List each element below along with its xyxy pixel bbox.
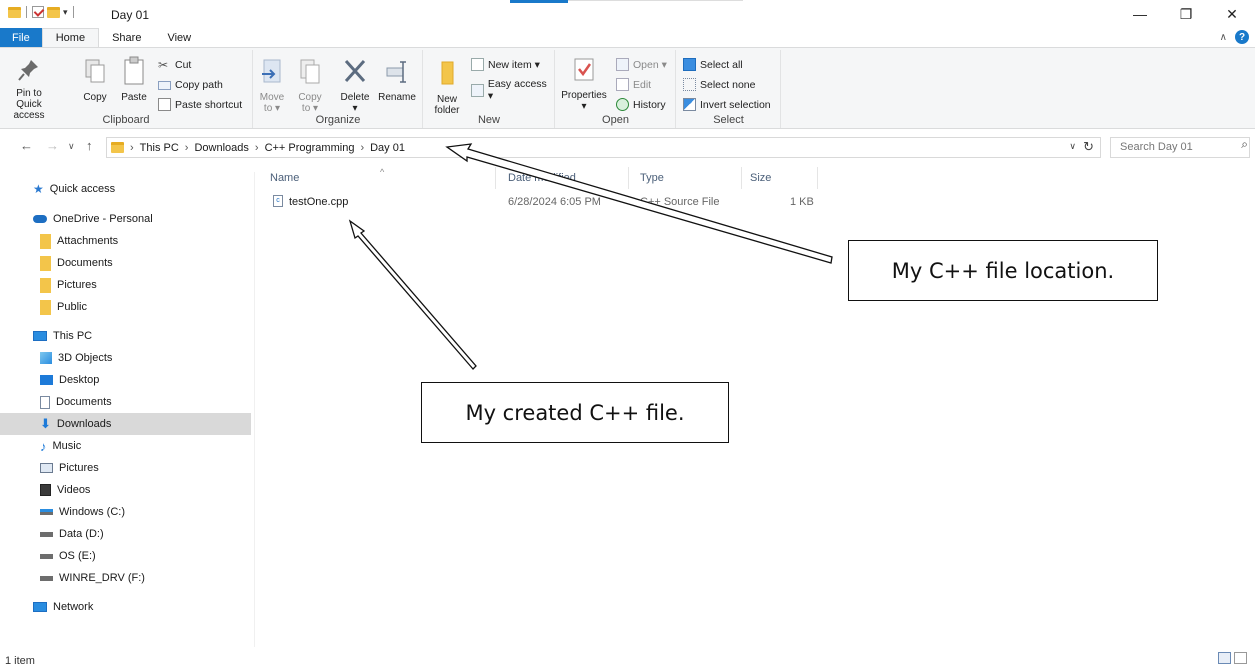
view-toggle: [1218, 652, 1247, 664]
status-item-count: 1 item: [5, 655, 35, 667]
large-icons-view-icon[interactable]: [1234, 652, 1247, 664]
arrow-to-file: [348, 219, 477, 370]
annotation-file-location: My C++ file location.: [848, 240, 1158, 301]
details-view-icon[interactable]: [1218, 652, 1231, 664]
annotation-arrows: [348, 143, 833, 370]
annotation-created-file: My created C++ file.: [421, 382, 729, 443]
arrow-to-address-bar: [445, 143, 833, 264]
